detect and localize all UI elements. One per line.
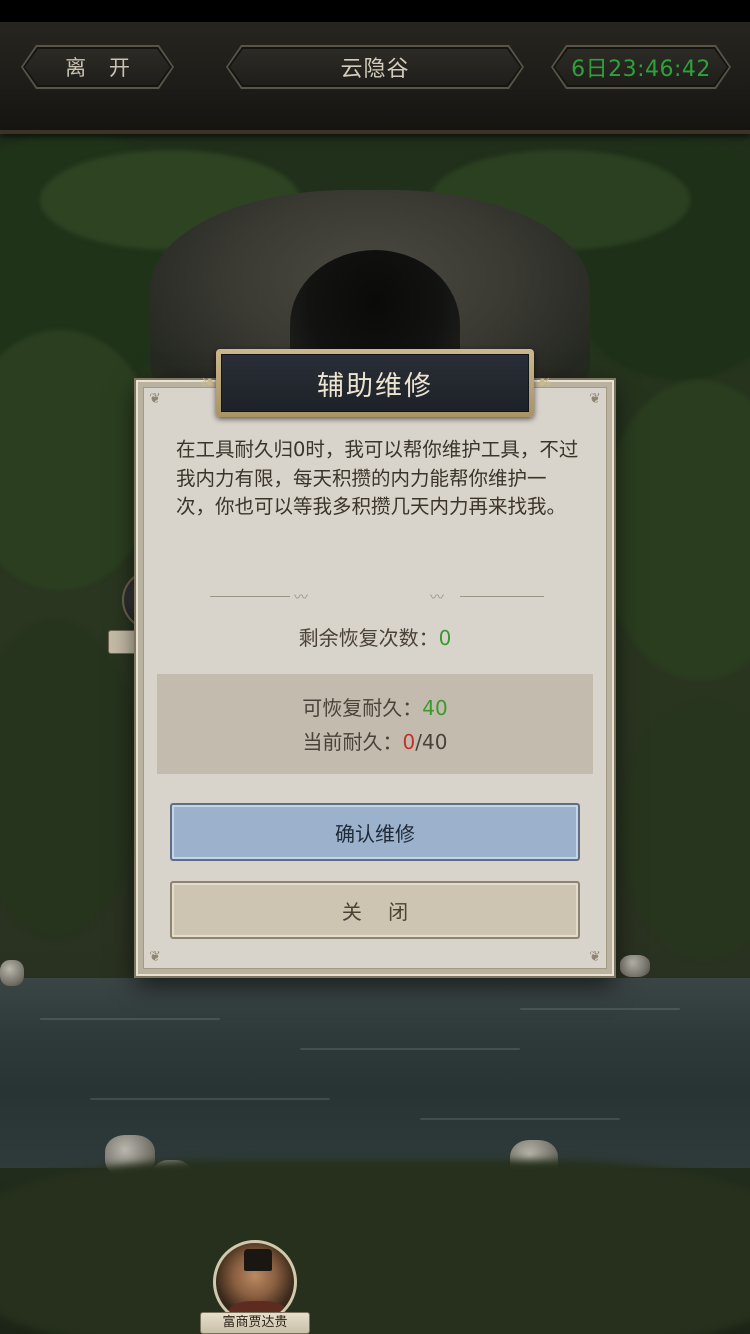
timer-text: 6日23:46:42 xyxy=(571,57,711,82)
close-button[interactable]: 关 闭 xyxy=(170,881,580,939)
confirm-repair-button[interactable]: 确认维修 xyxy=(170,803,580,861)
current-durability: 当前耐久：0/40 xyxy=(157,726,593,755)
current-value: 0 xyxy=(402,730,416,754)
recoverable-label: 可恢复耐久： xyxy=(302,696,423,720)
corner-ornament-icon: ❦ xyxy=(589,391,601,407)
recoverable-value: 40 xyxy=(422,696,448,720)
divider-left: 〰 xyxy=(210,590,320,606)
tree-canopy xyxy=(620,700,750,960)
durability-info-box: 可恢复耐久：40 当前耐久：0/40 xyxy=(157,674,593,774)
location-title: 云隐谷 xyxy=(228,47,522,87)
merchant-name-tag: 富商贾达贵 xyxy=(200,1312,310,1334)
status-bar xyxy=(0,0,750,22)
npc-merchant-marker[interactable]: 富商贾达贵 xyxy=(200,1240,310,1334)
leave-label: 离 开 xyxy=(65,56,138,80)
current-label: 当前耐久： xyxy=(302,730,403,754)
confirm-repair-label: 确认维修 xyxy=(335,821,415,846)
countdown-timer: 6日23:46:42 xyxy=(553,47,729,87)
divider-right: 〰 xyxy=(430,590,550,606)
corner-ornament-icon: ❦ xyxy=(149,949,161,965)
dialog-description: 在工具耐久归0时，我可以帮你维护工具，不过我内力有限，每天积攒的内力能帮你维护一… xyxy=(176,438,579,518)
river-rock xyxy=(0,960,24,986)
remaining-repairs: 剩余恢复次数：0 xyxy=(136,622,614,651)
riverbank-grass xyxy=(0,1160,750,1334)
corner-ornament-icon: ❦ xyxy=(149,391,161,407)
dialog-title-plate: 辅助维修 xyxy=(216,349,534,417)
tree-canopy xyxy=(0,620,140,940)
dialog-title: 辅助维修 xyxy=(317,370,433,402)
close-label: 关 闭 xyxy=(341,899,419,924)
leave-button[interactable]: 离 开 xyxy=(23,47,172,87)
tree-canopy xyxy=(600,380,750,680)
location-name: 云隐谷 xyxy=(340,57,410,82)
current-max: /40 xyxy=(415,730,448,754)
remaining-value: 0 xyxy=(438,626,452,650)
remaining-label: 剩余恢复次数： xyxy=(298,626,439,650)
corner-ornament-icon: ❦ xyxy=(589,949,601,965)
divider-swirl-icon: 〰 xyxy=(294,590,308,606)
divider-swirl-icon: 〰 xyxy=(430,590,444,606)
river-rock xyxy=(620,955,650,977)
recoverable-durability: 可恢复耐久：40 xyxy=(157,692,593,721)
